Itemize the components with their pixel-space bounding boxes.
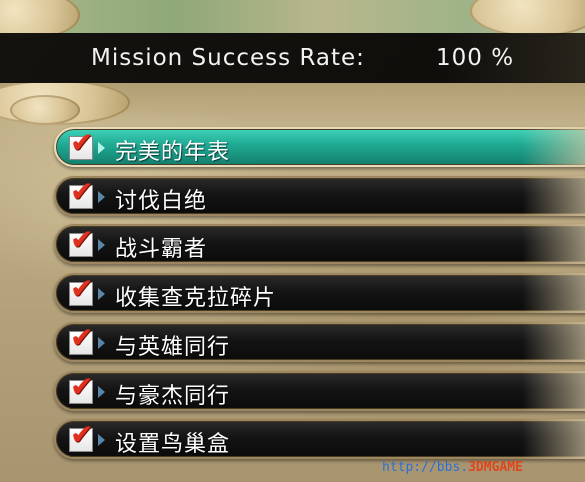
row-edge-fade <box>522 127 585 167</box>
watermark-url: http://bbs. <box>382 460 469 475</box>
mission-results-screen: Mission Success Rate: 100 % ✔ 完美的年表 ✔ 讨伐白绝 ✔… <box>0 0 585 482</box>
checkmark-icon: ✔ <box>70 418 94 451</box>
checkmark-icon: ✔ <box>70 223 94 256</box>
checkmark-icon: ✔ <box>70 272 94 305</box>
arrow-right-icon <box>98 239 105 251</box>
arrow-right-icon <box>98 191 105 203</box>
mission-item[interactable]: ✔ 讨伐白绝 <box>54 176 585 216</box>
row-edge-fade <box>522 419 585 459</box>
mission-label: 设置鸟巢盒 <box>115 432 231 457</box>
mission-label: 战斗霸者 <box>115 237 208 262</box>
watermark: http://bbs.3DMGAME <box>382 460 523 475</box>
checkmark-icon: ✔ <box>70 321 94 354</box>
arrow-right-icon <box>98 142 105 154</box>
success-rate-value: 100 % <box>436 45 515 71</box>
mission-label: 讨伐白绝 <box>115 189 208 214</box>
mission-label: 与英雄同行 <box>115 335 231 360</box>
row-edge-fade <box>522 273 585 313</box>
success-rate-label: Mission Success Rate: <box>91 45 365 71</box>
mission-label: 收集查克拉碎片 <box>115 286 277 311</box>
checkmark-icon: ✔ <box>70 370 94 403</box>
mission-item[interactable]: ✔ 收集查克拉碎片 <box>54 273 585 313</box>
mission-item[interactable]: ✔ 战斗霸者 <box>54 224 585 264</box>
row-edge-fade <box>522 224 585 264</box>
arrow-right-icon <box>98 288 105 300</box>
mission-label: 完美的年表 <box>115 140 231 165</box>
success-rate-header: Mission Success Rate: 100 % <box>0 33 585 83</box>
row-edge-fade <box>522 371 585 411</box>
mission-item[interactable]: ✔ 设置鸟巢盒 <box>54 419 585 459</box>
mission-item[interactable]: ✔ 完美的年表 <box>54 127 585 167</box>
arrow-right-icon <box>98 386 105 398</box>
mission-item[interactable]: ✔ 与豪杰同行 <box>54 371 585 411</box>
checkmark-icon: ✔ <box>70 126 94 159</box>
mission-label: 与豪杰同行 <box>115 384 231 409</box>
arrow-right-icon <box>98 337 105 349</box>
cloud-decoration <box>10 95 80 125</box>
checkmark-icon: ✔ <box>70 175 94 208</box>
mission-item[interactable]: ✔ 与英雄同行 <box>54 322 585 362</box>
row-edge-fade <box>522 322 585 362</box>
row-edge-fade <box>522 176 585 216</box>
watermark-logo: 3DMGAME <box>468 460 523 475</box>
arrow-right-icon <box>98 434 105 446</box>
